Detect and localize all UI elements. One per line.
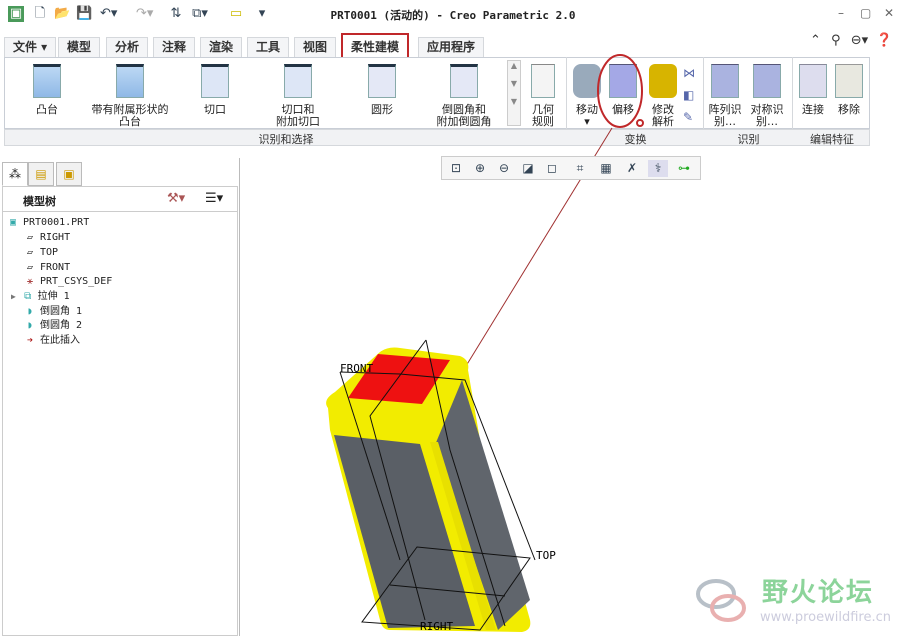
annotation-display-icon[interactable]: ⊶ — [674, 160, 694, 177]
watermark: 野火论坛 www.proewildfire.cn — [690, 568, 900, 632]
datum-plane-icon: ▱ — [26, 247, 34, 258]
label: PRT_CSYS_DEF — [40, 276, 113, 287]
label: TOP — [40, 247, 59, 258]
model-tree: ▣ PRT0001.PRT ▱ RIGHT ▱ TOP ▱ FRONT ⚹ PRT_CSY… — [2, 212, 238, 636]
show-icon[interactable]: ☰▾ — [205, 191, 223, 206]
tree-item[interactable]: ➔ 在此插入 — [23, 334, 80, 348]
tree-item[interactable]: ⚹ PRT_CSYS_DEF — [23, 275, 112, 289]
folder-icon: ▤ — [35, 167, 47, 181]
spin-center-icon[interactable]: ⚕ — [648, 160, 668, 177]
datum-display-icon[interactable]: ✗ — [622, 160, 642, 177]
expand-icon[interactable]: ▶ — [11, 292, 21, 301]
favorites-icon: ▣ — [63, 167, 75, 181]
tab-folder-browser[interactable]: ▤ — [28, 162, 54, 186]
saved-views-icon[interactable]: ⌗ — [570, 160, 590, 177]
label: 拉伸 1 — [37, 291, 70, 302]
label: 倒圆角 2 — [40, 320, 83, 331]
watermark-logo — [696, 579, 746, 622]
view-manager-icon[interactable]: ▦ — [596, 160, 616, 177]
datum-plane-icon: ▱ — [26, 232, 34, 243]
tab-favorites[interactable]: ▣ — [56, 162, 82, 186]
datum-plane-icon: ▱ — [26, 262, 34, 273]
extrude-icon: ⧉ — [24, 291, 32, 302]
highlight-circle — [597, 54, 643, 128]
label: PRT0001.PRT — [23, 217, 90, 228]
tree-item[interactable]: ◗ 倒圆角 2 — [23, 319, 82, 333]
right-label: RIGHT — [420, 620, 453, 633]
round-icon: ◗ — [26, 306, 34, 317]
tab-model-tree[interactable]: ⁂ — [2, 162, 28, 186]
settings-icon[interactable]: ⚒▾ — [167, 191, 185, 206]
front-label: FRONT — [340, 362, 373, 375]
refit-icon[interactable]: ⊡ — [446, 160, 466, 177]
tree-item[interactable]: ▣ PRT0001.PRT — [6, 216, 89, 230]
insert-here-icon: ➔ — [26, 335, 34, 346]
label: RIGHT — [40, 232, 71, 243]
top-label: TOP — [536, 549, 556, 562]
watermark-url: www.proewildfire.cn — [760, 610, 891, 625]
annotation-dot — [636, 119, 644, 127]
zoom-in-icon[interactable]: ⊕ — [470, 160, 490, 177]
graphics-toolbar: ⊡ ⊕ ⊖ ◪ ◻ ⌗ ▦ ✗ ⚕ ⊶ — [441, 156, 701, 180]
tree-item[interactable]: ▱ TOP — [23, 246, 58, 260]
label: 在此插入 — [40, 335, 80, 346]
zoom-out-icon[interactable]: ⊖ — [494, 160, 514, 177]
round-icon: ◗ — [26, 320, 34, 331]
tree-item[interactable]: ◗ 倒圆角 1 — [23, 305, 82, 319]
model-tree-title: 模型树 — [23, 195, 56, 208]
display-style-icon[interactable]: ◻ — [542, 160, 562, 177]
part-icon: ▣ — [9, 217, 17, 228]
tree-item[interactable]: ▶ ⧉ 拉伸 1 — [11, 290, 70, 304]
tree-item[interactable]: ▱ RIGHT — [23, 231, 70, 245]
label: 倒圆角 1 — [40, 306, 83, 317]
repaint-icon[interactable]: ◪ — [518, 160, 538, 177]
model-tree-header: 模型树 ⚒▾ ☰▾ — [2, 186, 238, 212]
model-viewport[interactable]: FRONT TOP RIGHT — [300, 330, 600, 636]
model-tree-icon: ⁂ — [9, 167, 21, 181]
navigator-panel: ⁂ ▤ ▣ 模型树 ⚒▾ ☰▾ ▣ PRT0001.PRT ▱ RIGHT ▱ TOP… — [0, 158, 240, 636]
csys-icon: ⚹ — [27, 276, 33, 287]
label: FRONT — [40, 262, 71, 273]
watermark-name: 野火论坛 — [762, 578, 875, 608]
tree-item[interactable]: ▱ FRONT — [23, 261, 70, 275]
